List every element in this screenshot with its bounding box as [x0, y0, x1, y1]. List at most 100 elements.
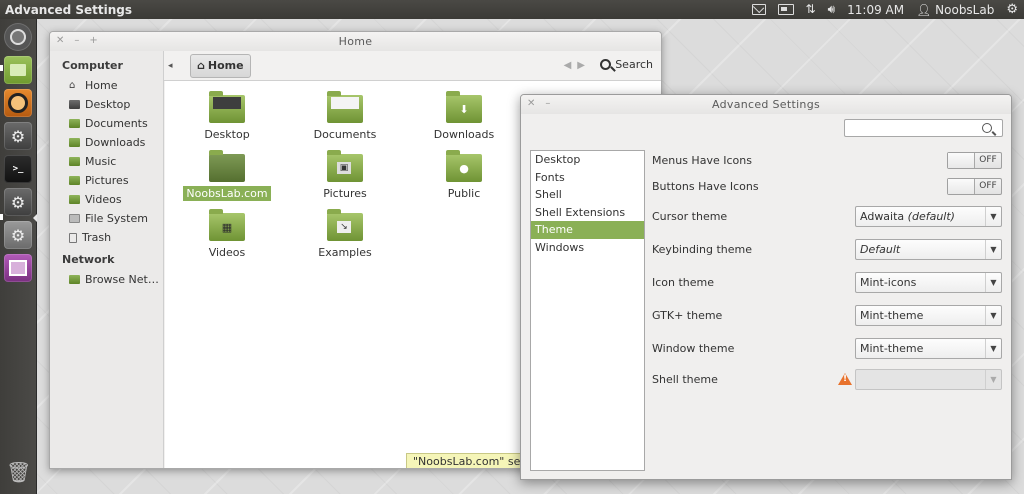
file-item-videos[interactable]: ▦ Videos — [177, 209, 277, 260]
menus-have-icons-toggle[interactable]: OFF — [947, 151, 1002, 169]
sidebar-item-trash[interactable]: Trash — [50, 228, 163, 247]
chevron-down-icon: ▼ — [985, 239, 1001, 259]
chevron-down-icon: ▼ — [985, 272, 1001, 292]
gtk-theme-select[interactable]: Mint-theme ▼ — [855, 304, 1002, 326]
category-theme[interactable]: Theme — [531, 221, 644, 239]
focused-arrow — [33, 214, 37, 222]
music-icon — [69, 157, 80, 166]
sidebar-item-videos[interactable]: Videos — [50, 190, 163, 209]
user-menu[interactable]: 👤︎ NoobsLab — [916, 3, 994, 17]
status-tooltip: "NoobsLab.com" sel — [406, 453, 526, 468]
mail-icon[interactable] — [751, 4, 766, 15]
file-item-examples[interactable]: ↘ Examples — [295, 209, 395, 260]
shell-theme-select: ▼ — [855, 368, 1002, 390]
sound-icon[interactable]: 🔊︎ — [828, 3, 836, 15]
search-row — [521, 114, 1011, 142]
sidebar-item-label: Home — [85, 79, 118, 92]
setting-row-window-theme: Window theme Mint-theme ▼ — [652, 337, 1002, 359]
videos-folder-icon: ▦ — [209, 209, 245, 241]
pictures-folder-icon: ▣ — [327, 150, 363, 182]
window-titlebar[interactable]: ✕ – + Home — [50, 32, 661, 51]
chevron-down-icon: ▼ — [985, 305, 1001, 325]
file-item-downloads[interactable]: ⬇ Downloads — [414, 91, 514, 142]
sidebar-item-music[interactable]: Music — [50, 152, 163, 171]
file-item-desktop[interactable]: Desktop — [177, 91, 277, 142]
window-controls: ✕ – — [527, 98, 550, 109]
category-shell-extensions[interactable]: Shell Extensions — [531, 204, 644, 222]
user-name: NoobsLab — [935, 2, 995, 17]
settings-icon[interactable]: ⚙ — [4, 188, 32, 216]
window-theme-select[interactable]: Mint-theme ▼ — [855, 337, 1002, 359]
setting-row-cursor-theme: Cursor theme Adwaita (default) ▼ — [652, 205, 1002, 227]
sidebar-item-file-system[interactable]: File System — [50, 209, 163, 228]
places-sidebar: Computer ⌂ Home Desktop Documents Downloa… — [50, 51, 164, 468]
sidebar-item-home[interactable]: ⌂ Home — [50, 76, 163, 95]
icon-theme-select[interactable]: Mint-icons ▼ — [855, 271, 1002, 293]
settings-icon[interactable]: ⚙ — [4, 221, 32, 249]
search-input[interactable] — [844, 119, 1003, 137]
sidebar-section-computer: Computer — [62, 59, 123, 72]
files-icon[interactable] — [4, 56, 32, 84]
public-folder-icon: ● — [446, 150, 482, 182]
file-item-documents[interactable]: Documents — [295, 91, 395, 142]
forward-arrow-icon[interactable]: ▶ — [577, 60, 585, 71]
close-icon[interactable]: ✕ — [527, 98, 535, 109]
sidebar-item-pictures[interactable]: Pictures — [50, 171, 163, 190]
maximize-icon[interactable]: + — [89, 35, 97, 46]
close-icon[interactable]: ✕ — [56, 35, 64, 46]
clock[interactable]: 11:09 AM — [847, 3, 904, 17]
file-item-public[interactable]: ● Public — [414, 150, 514, 201]
setting-row-shell-theme: Shell theme ▼ — [652, 368, 1002, 390]
trash-icon[interactable]: 🗑︎ — [6, 460, 31, 488]
file-label: Public — [447, 187, 481, 200]
minimize-icon[interactable]: – — [545, 98, 550, 109]
window-title: Home — [338, 35, 373, 48]
buttons-have-icons-toggle[interactable]: OFF — [947, 177, 1002, 195]
trash-icon — [69, 232, 77, 243]
location-label: Home — [207, 59, 244, 72]
battery-icon[interactable] — [777, 4, 794, 15]
search-icon[interactable] — [982, 123, 992, 133]
search-button[interactable]: Search — [600, 58, 653, 71]
documents-icon — [69, 119, 80, 128]
file-item-pictures[interactable]: ▣ Pictures — [295, 150, 395, 201]
select-value: Adwaita — [860, 209, 905, 223]
folder-icon — [209, 150, 245, 182]
minimize-icon[interactable]: – — [74, 35, 79, 46]
file-label: Pictures — [323, 187, 367, 200]
network-icon[interactable]: ⇅ — [806, 3, 816, 15]
back-arrow-icon[interactable]: ◀ — [564, 60, 572, 71]
settings-icon[interactable]: ⚙ — [4, 122, 32, 150]
select-value-suffix: (default) — [907, 209, 955, 223]
workspace-switcher-icon[interactable] — [4, 254, 32, 282]
category-shell[interactable]: Shell — [531, 186, 644, 204]
sidebar-item-documents[interactable]: Documents — [50, 114, 163, 133]
window-titlebar[interactable]: ✕ – Advanced Settings — [521, 95, 1011, 114]
terminal-icon[interactable]: >_ — [4, 155, 32, 183]
category-desktop[interactable]: Desktop — [531, 151, 644, 169]
select-value: Mint-theme — [860, 341, 924, 355]
cursor-theme-select[interactable]: Adwaita (default) ▼ — [855, 205, 1002, 227]
dash-icon[interactable] — [4, 23, 32, 51]
network-icon — [69, 275, 80, 284]
select-value: Default — [860, 242, 901, 256]
search-label: Search — [615, 58, 653, 71]
warning-icon — [838, 373, 852, 385]
setting-row-keybinding-theme: Keybinding theme Default ▼ — [652, 238, 1002, 260]
sidebar-item-downloads[interactable]: Downloads — [50, 133, 163, 152]
chevron-left-icon[interactable]: ◂ — [168, 61, 184, 71]
indicator-area: ⇅ 🔊︎ 11:09 AM 👤︎ NoobsLab ⚙ — [751, 2, 1024, 17]
sidebar-item-label: Documents — [85, 117, 148, 130]
category-fonts[interactable]: Fonts — [531, 169, 644, 187]
file-item-noobslab[interactable]: NoobsLab.com — [177, 150, 277, 201]
software-center-icon[interactable] — [4, 89, 32, 117]
sidebar-item-browse-network[interactable]: Browse Net… — [50, 270, 163, 289]
keybinding-theme-select[interactable]: Default ▼ — [855, 238, 1002, 260]
gear-icon[interactable]: ⚙ — [1006, 2, 1018, 17]
category-windows[interactable]: Windows — [531, 239, 644, 257]
file-label: Desktop — [204, 128, 250, 141]
sidebar-item-desktop[interactable]: Desktop — [50, 95, 163, 114]
file-label: Videos — [208, 246, 246, 259]
file-label: NoobsLab.com — [183, 186, 271, 201]
location-home-button[interactable]: ⌂ Home — [190, 53, 251, 78]
